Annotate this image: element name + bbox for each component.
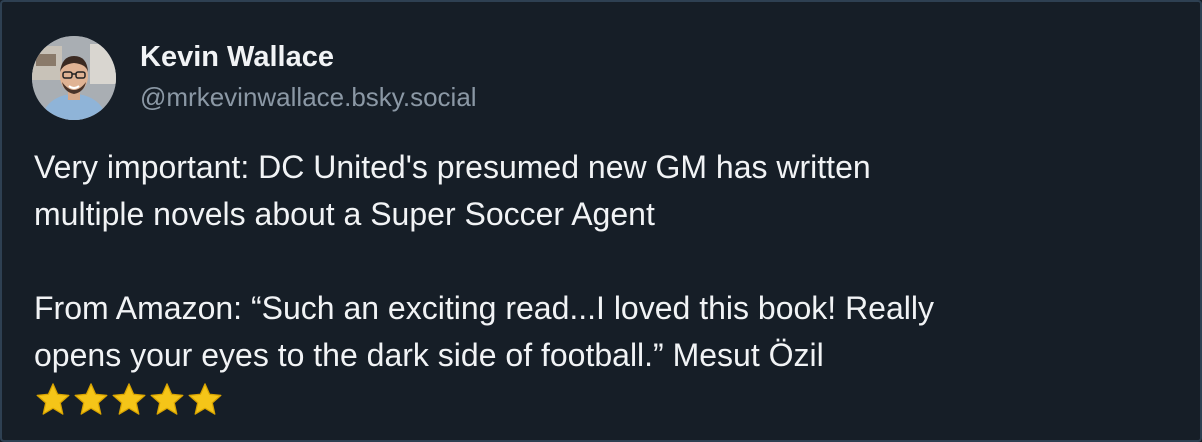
author-handle[interactable]: @mrkevinwallace.bsky.social xyxy=(140,82,477,112)
star-rating xyxy=(34,381,1164,419)
profile-photo-icon xyxy=(32,36,116,120)
star-icon xyxy=(74,383,108,415)
post-text: Very important: DC United's presumed new… xyxy=(34,144,1164,419)
post-line-3: From Amazon: “Such an exciting read...I … xyxy=(34,290,934,326)
avatar[interactable] xyxy=(32,36,116,120)
post-line-1: Very important: DC United's presumed new… xyxy=(34,149,871,185)
post-card: Kevin Wallace @mrkevinwallace.bsky.socia… xyxy=(0,0,1202,442)
star-icon xyxy=(36,383,70,415)
star-icon xyxy=(188,383,222,415)
star-icon xyxy=(112,383,146,415)
star-icon xyxy=(150,383,184,415)
author-info: Kevin Wallace @mrkevinwallace.bsky.socia… xyxy=(140,41,477,112)
post-line-2: multiple novels about a Super Soccer Age… xyxy=(34,196,655,232)
post-author[interactable]: Kevin Wallace @mrkevinwallace.bsky.socia… xyxy=(32,36,477,120)
post-line-4: opens your eyes to the dark side of foot… xyxy=(34,337,824,373)
author-display-name[interactable]: Kevin Wallace xyxy=(140,40,477,74)
